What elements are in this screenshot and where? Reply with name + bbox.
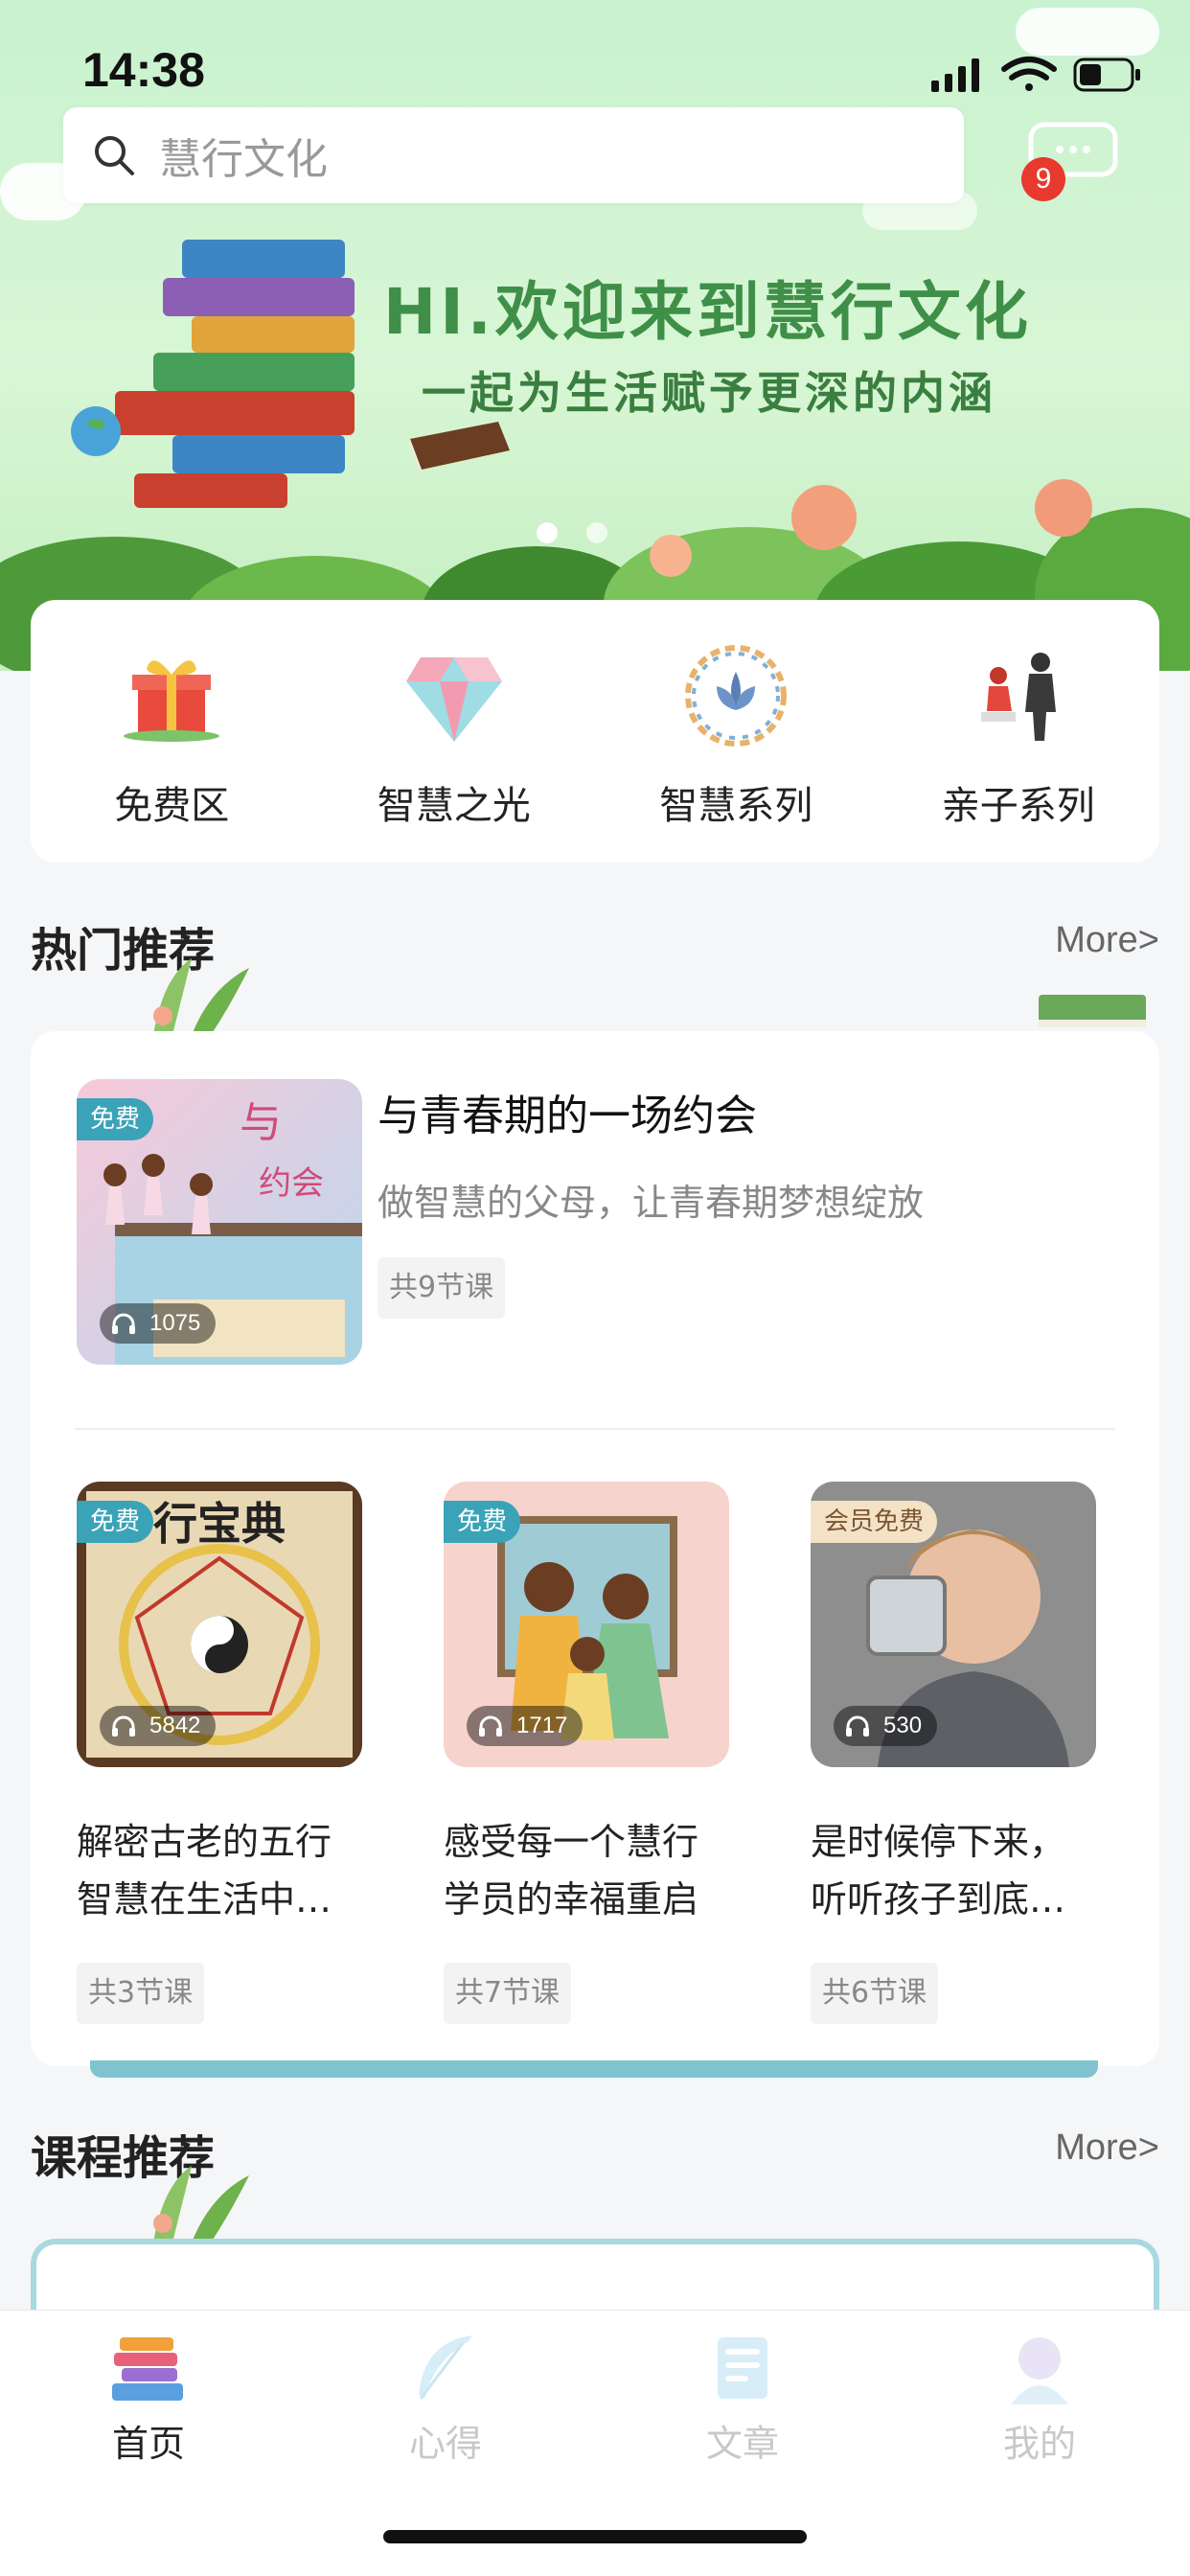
tab-home[interactable]: 首页: [0, 2330, 297, 2467]
course-title-line: 听听孩子到底…: [811, 1878, 1066, 1920]
play-count-value: 1075: [149, 1310, 201, 1336]
free-tag: 免费: [444, 1501, 521, 1543]
signal-icon: [931, 58, 979, 92]
book-decoration: [1039, 995, 1146, 1027]
thumbnail-caption: 与: [240, 1098, 282, 1147]
category-wisdom-light[interactable]: 智慧之光: [313, 600, 596, 862]
diamond-icon: [397, 638, 512, 753]
category-parent-child[interactable]: 亲子系列: [878, 600, 1160, 862]
lesson-count-chip: 共6节课: [811, 1963, 939, 2024]
category-label: 智慧之光: [377, 784, 531, 828]
vip-free-tag: 会员免费: [811, 1501, 938, 1543]
carousel-dot[interactable]: [586, 522, 607, 543]
course-more-link[interactable]: More>: [1055, 2128, 1159, 2169]
free-tag: 免费: [77, 1098, 154, 1140]
feather-icon: [419, 2335, 472, 2400]
svg-text:约会: 约会: [259, 1164, 324, 1203]
gift-icon: [114, 638, 229, 753]
article-icon: [718, 2337, 767, 2399]
search-placeholder: 慧行文化: [159, 135, 328, 184]
tab-articles[interactable]: 文章: [594, 2330, 891, 2467]
headphones-icon: [112, 1313, 135, 1334]
tab-label: 首页: [111, 2423, 185, 2465]
headphones-icon: [112, 1715, 135, 1736]
category-free[interactable]: 免费区: [31, 600, 313, 862]
parent-child-icon: [961, 638, 1076, 753]
wifi-icon: [1001, 57, 1057, 91]
tab-label: 我的: [1002, 2423, 1076, 2465]
lesson-count-chip: 共7节课: [444, 1963, 572, 2024]
category-card: 免费区 智慧之光 智慧系列 亲子系列: [31, 600, 1159, 862]
profile-icon: [1011, 2337, 1068, 2404]
play-count: 5842: [100, 1706, 217, 1746]
svg-text:行宝典: 行宝典: [153, 1498, 286, 1550]
course-title-line: 感受每一个慧行: [444, 1821, 699, 1863]
hot-recommend-card: 与 约会 免费 1075 与青春期的一场约会 做智慧的父母，让青春期梦想绽放 共…: [31, 1031, 1159, 2066]
featured-course-title[interactable]: 与青春期的一场约会: [378, 1081, 757, 1142]
category-label: 免费区: [114, 784, 230, 828]
course-title-line: 智慧在生活中…: [77, 1878, 332, 1920]
course-title[interactable]: 是时候停下来， 听听孩子到底…: [811, 1813, 1098, 1928]
course-title-line: 解密古老的五行: [77, 1821, 332, 1863]
leaf-decoration: [153, 2166, 249, 2242]
play-count: 1717: [467, 1706, 584, 1746]
play-count-value: 5842: [149, 1713, 201, 1738]
tab-profile[interactable]: 我的: [891, 2330, 1188, 2467]
headphones-icon: [479, 1715, 502, 1736]
carousel-indicator: [537, 522, 636, 547]
search-icon: [95, 136, 134, 175]
play-count-value: 530: [883, 1713, 923, 1738]
course-title[interactable]: 解密古老的五行 智慧在生活中…: [77, 1813, 364, 1928]
message-badge: 9: [1021, 157, 1065, 201]
category-label: 智慧系列: [659, 784, 813, 828]
tab-insights[interactable]: 心得: [297, 2330, 594, 2467]
course-thumbnail[interactable]: 免费 1717: [444, 1482, 729, 1767]
course-thumbnail[interactable]: 会员免费 530: [811, 1482, 1096, 1767]
play-count: 1075: [100, 1303, 217, 1344]
free-tag: 免费: [77, 1501, 154, 1543]
banner-title: HI.欢迎来到慧行文化: [383, 275, 1032, 349]
hot-more-link[interactable]: More>: [1055, 920, 1159, 961]
lesson-count-chip: 共9节课: [378, 1257, 506, 1319]
course-title-line: 学员的幸福重启: [444, 1878, 699, 1920]
tab-label: 文章: [705, 2423, 779, 2465]
lesson-count-chip: 共3节课: [77, 1963, 205, 2024]
course-title[interactable]: 感受每一个慧行 学员的幸福重启: [444, 1813, 731, 1928]
carousel-dot[interactable]: [537, 522, 558, 543]
headphones-icon: [846, 1715, 869, 1736]
books-icon: [112, 2337, 183, 2401]
search-bar[interactable]: 慧行文化: [63, 107, 964, 203]
battery-icon: [1073, 58, 1140, 92]
lily-icon: [678, 638, 793, 753]
card-stack-edge: [90, 2060, 1098, 2078]
course-thumbnail[interactable]: 行宝典 免费 5842: [77, 1482, 362, 1767]
divider: [75, 1428, 1115, 1430]
course-title-line: 是时候停下来，: [811, 1821, 1066, 1863]
play-count-value: 1717: [516, 1713, 568, 1738]
tab-label: 心得: [408, 2423, 482, 2465]
leaf-decoration: [153, 958, 249, 1035]
status-icons: [931, 57, 1140, 92]
home-indicator: [383, 2530, 807, 2543]
play-count: 530: [834, 1706, 938, 1746]
banner-subtitle: 一起为生活赋予更深的内涵: [422, 367, 996, 419]
category-label: 亲子系列: [941, 784, 1095, 828]
featured-course-description: 做智慧的父母，让青春期梦想绽放: [378, 1182, 925, 1224]
status-time: 14:38: [82, 43, 205, 97]
category-wisdom-series[interactable]: 智慧系列: [595, 600, 878, 862]
featured-course-thumbnail[interactable]: 与 约会 免费 1075: [77, 1079, 362, 1365]
